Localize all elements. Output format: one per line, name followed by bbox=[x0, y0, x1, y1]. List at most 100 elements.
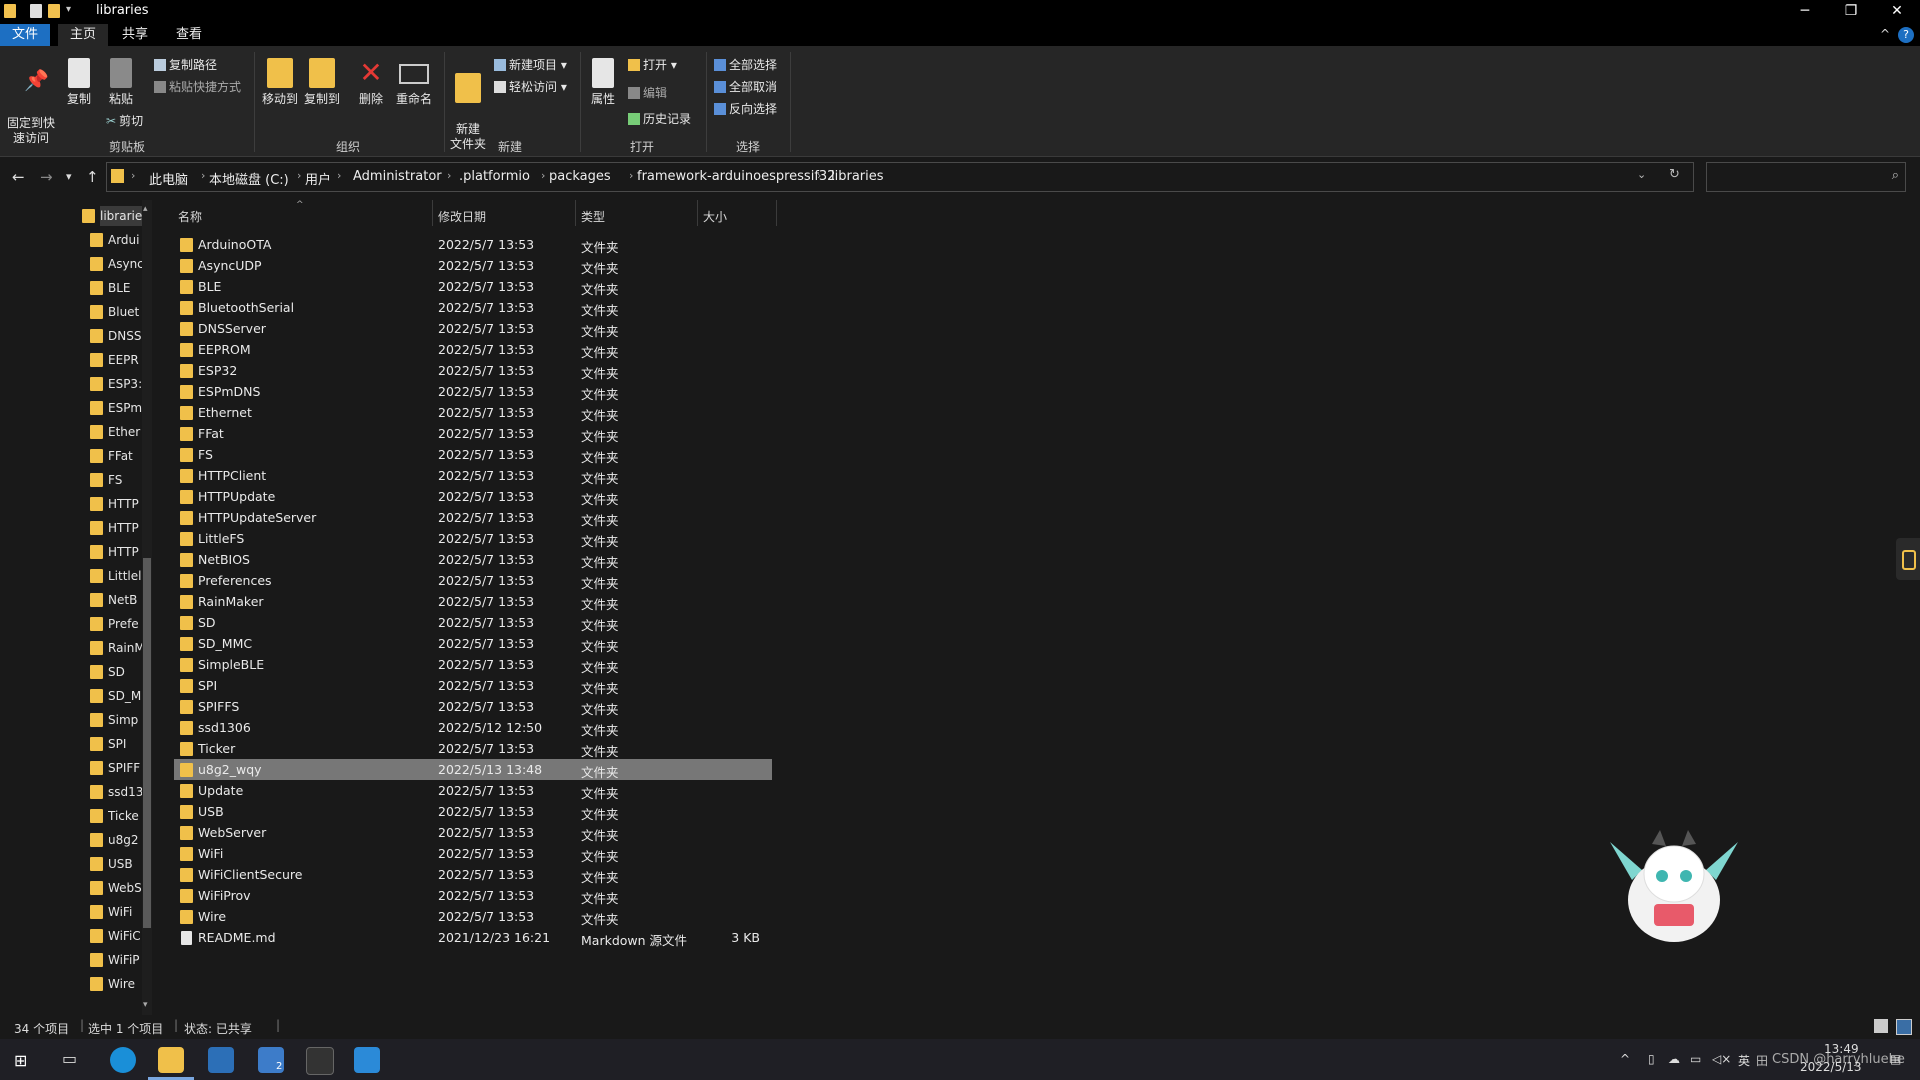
file-row[interactable]: EEPROM 2022/5/7 13:53 文件夹 bbox=[174, 339, 772, 360]
file-row[interactable]: SPI 2022/5/7 13:53 文件夹 bbox=[174, 675, 772, 696]
select-all-button[interactable]: 全部选择 bbox=[714, 56, 777, 73]
open-button[interactable]: 打开 ▾ bbox=[628, 56, 677, 73]
task-view-icon[interactable]: ▭ bbox=[62, 1049, 77, 1068]
windows-start-icon[interactable]: ⊞ bbox=[14, 1051, 27, 1070]
vscode-icon[interactable] bbox=[354, 1047, 380, 1073]
file-row[interactable]: DNSServer 2022/5/7 13:53 文件夹 bbox=[174, 318, 772, 339]
ime-indicator[interactable]: 英 bbox=[1738, 1052, 1750, 1069]
file-row[interactable]: ESPmDNS 2022/5/7 13:53 文件夹 bbox=[174, 381, 772, 402]
clock-date[interactable]: 2022/5/13 bbox=[1800, 1060, 1862, 1074]
large-icons-view-icon[interactable] bbox=[1896, 1019, 1912, 1035]
file-row[interactable]: ssd1306 2022/5/12 12:50 文件夹 bbox=[174, 717, 772, 738]
file-row[interactable]: ArduinoOTA 2022/5/7 13:53 文件夹 bbox=[174, 234, 772, 255]
tab-view[interactable]: 查看 bbox=[164, 24, 214, 46]
paste-shortcut-button[interactable]: 粘贴快捷方式 bbox=[154, 78, 241, 95]
maximize-button[interactable]: ❐ bbox=[1828, 0, 1874, 24]
network-icon[interactable]: ▭ bbox=[1690, 1052, 1701, 1066]
file-row[interactable]: NetBIOS 2022/5/7 13:53 文件夹 bbox=[174, 549, 772, 570]
column-divider[interactable] bbox=[776, 200, 777, 226]
copy-button[interactable]: 复制 bbox=[62, 58, 96, 107]
clock-time[interactable]: 13:49 bbox=[1824, 1042, 1859, 1056]
new-item-button[interactable]: 新建项目 ▾ bbox=[494, 56, 567, 73]
chevron-right-icon[interactable]: › bbox=[541, 169, 545, 182]
breadcrumb-packages[interactable]: packages bbox=[549, 169, 611, 184]
forward-arrow-icon[interactable]: → bbox=[40, 168, 53, 186]
tab-share[interactable]: 共享 bbox=[110, 24, 160, 46]
recent-locations-icon[interactable]: ▾ bbox=[66, 170, 72, 183]
help-icon[interactable]: ? bbox=[1898, 27, 1914, 43]
column-header-date[interactable]: 修改日期 bbox=[438, 208, 486, 225]
onedrive-icon[interactable]: ☁ bbox=[1668, 1052, 1680, 1066]
edge-icon[interactable] bbox=[110, 1047, 136, 1073]
file-row[interactable]: BLE 2022/5/7 13:53 文件夹 bbox=[174, 276, 772, 297]
notifications-icon[interactable]: ▤ bbox=[1890, 1052, 1901, 1066]
chevron-right-icon[interactable]: › bbox=[817, 169, 821, 182]
tray-chevron-up-icon[interactable]: ^ bbox=[1620, 1052, 1630, 1066]
store-icon[interactable] bbox=[208, 1047, 234, 1073]
ribbon-collapse-icon[interactable]: ^ bbox=[1880, 27, 1890, 41]
tab-file[interactable]: 文件 bbox=[0, 24, 51, 46]
file-row[interactable]: Ticker 2022/5/7 13:53 文件夹 bbox=[174, 738, 772, 759]
file-row[interactable]: FFat 2022/5/7 13:53 文件夹 bbox=[174, 423, 772, 444]
file-row[interactable]: SD 2022/5/7 13:53 文件夹 bbox=[174, 612, 772, 633]
file-row[interactable]: HTTPClient 2022/5/7 13:53 文件夹 bbox=[174, 465, 772, 486]
volume-muted-icon[interactable]: ◁× bbox=[1712, 1052, 1731, 1066]
breadcrumb-platformio[interactable]: .platformio bbox=[459, 169, 530, 184]
file-row[interactable]: HTTPUpdate 2022/5/7 13:53 文件夹 bbox=[174, 486, 772, 507]
file-row[interactable]: Update 2022/5/7 13:53 文件夹 bbox=[174, 780, 772, 801]
column-header-size[interactable]: 大小 bbox=[703, 208, 727, 225]
chevron-right-icon[interactable]: › bbox=[337, 169, 341, 182]
breadcrumb-libraries[interactable]: libraries bbox=[831, 169, 884, 184]
file-row[interactable]: ESP32 2022/5/7 13:53 文件夹 bbox=[174, 360, 772, 381]
new-folder-quick-icon[interactable] bbox=[48, 4, 60, 18]
scroll-down-icon[interactable]: ▾ bbox=[143, 1000, 148, 1010]
search-input[interactable]: ⌕ bbox=[1706, 162, 1906, 192]
paste-button[interactable]: 粘贴 bbox=[104, 58, 138, 107]
file-row[interactable]: WiFiProv 2022/5/7 13:53 文件夹 bbox=[174, 885, 772, 906]
file-row[interactable]: AsyncUDP 2022/5/7 13:53 文件夹 bbox=[174, 255, 772, 276]
invert-selection-button[interactable]: 反向选择 bbox=[714, 100, 777, 117]
quick-access-dropdown-icon[interactable]: ▾ bbox=[66, 4, 71, 15]
back-arrow-icon[interactable]: ← bbox=[12, 168, 25, 186]
pin-quick-access-button[interactable]: 📌 固定到快 速访问 bbox=[6, 58, 56, 146]
file-row[interactable]: Wire 2022/5/7 13:53 文件夹 bbox=[174, 906, 772, 927]
file-row[interactable]: WiFiClientSecure 2022/5/7 13:53 文件夹 bbox=[174, 864, 772, 885]
file-row[interactable]: Ethernet 2022/5/7 13:53 文件夹 bbox=[174, 402, 772, 423]
file-row[interactable]: WebServer 2022/5/7 13:53 文件夹 bbox=[174, 822, 772, 843]
chevron-right-icon[interactable]: › bbox=[447, 169, 451, 182]
address-dropdown-icon[interactable]: ⌄ bbox=[1637, 168, 1646, 181]
properties-button[interactable]: 属性 bbox=[586, 58, 620, 107]
select-none-button[interactable]: 全部取消 bbox=[714, 78, 777, 95]
chevron-right-icon[interactable]: › bbox=[297, 169, 301, 182]
file-row[interactable]: Preferences 2022/5/7 13:53 文件夹 bbox=[174, 570, 772, 591]
breadcrumb-administrator[interactable]: Administrator bbox=[353, 169, 442, 184]
move-to-button[interactable]: 移动到 bbox=[260, 58, 300, 107]
up-arrow-icon[interactable]: ↑ bbox=[86, 168, 99, 186]
easy-access-button[interactable]: 轻松访问 ▾ bbox=[494, 78, 567, 95]
breadcrumb-framework[interactable]: framework-arduinoespressif32 bbox=[637, 169, 835, 184]
address-input[interactable]: › 此电脑 › 本地磁盘 (C:) › 用户 › Administrator ›… bbox=[106, 162, 1694, 192]
breadcrumb-this-pc[interactable]: 此电脑 bbox=[149, 169, 188, 188]
nav-scrollbar-thumb[interactable] bbox=[143, 558, 151, 928]
file-row[interactable]: LittleFS 2022/5/7 13:53 文件夹 bbox=[174, 528, 772, 549]
file-explorer-icon[interactable] bbox=[158, 1047, 184, 1073]
copy-path-button[interactable]: 复制路径 bbox=[154, 56, 217, 73]
file-row[interactable]: BluetoothSerial 2022/5/7 13:53 文件夹 bbox=[174, 297, 772, 318]
breadcrumb-local-disk[interactable]: 本地磁盘 (C:) bbox=[209, 169, 289, 188]
column-divider[interactable] bbox=[575, 200, 576, 226]
properties-quick-icon[interactable] bbox=[30, 4, 42, 18]
details-view-icon[interactable] bbox=[1874, 1019, 1888, 1033]
column-header-name[interactable]: 名称 bbox=[178, 208, 202, 225]
column-divider[interactable] bbox=[697, 200, 698, 226]
usb-icon[interactable]: ▯ bbox=[1648, 1052, 1655, 1066]
delete-button[interactable]: ✕ 删除 bbox=[354, 58, 388, 107]
tab-home[interactable]: 主页 bbox=[58, 24, 109, 46]
file-row[interactable]: SPIFFS 2022/5/7 13:53 文件夹 bbox=[174, 696, 772, 717]
file-row[interactable]: RainMaker 2022/5/7 13:53 文件夹 bbox=[174, 591, 772, 612]
history-button[interactable]: 历史记录 bbox=[628, 110, 691, 127]
file-row[interactable]: FS 2022/5/7 13:53 文件夹 bbox=[174, 444, 772, 465]
file-row[interactable]: SimpleBLE 2022/5/7 13:53 文件夹 bbox=[174, 654, 772, 675]
chevron-right-icon[interactable]: › bbox=[629, 169, 633, 182]
file-row[interactable]: HTTPUpdateServer 2022/5/7 13:53 文件夹 bbox=[174, 507, 772, 528]
chevron-right-icon[interactable]: › bbox=[131, 169, 135, 182]
